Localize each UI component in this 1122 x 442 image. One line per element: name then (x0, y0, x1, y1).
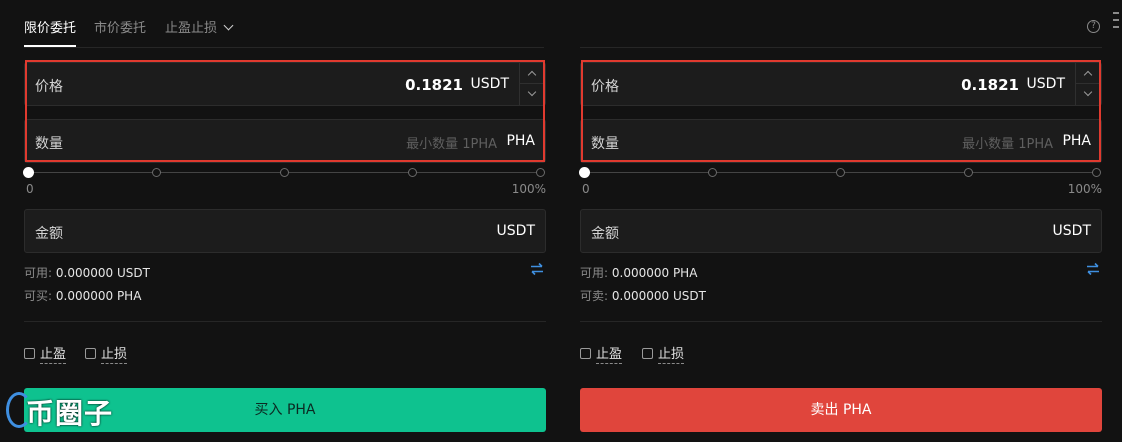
slider-min-label: 0 (26, 182, 34, 196)
highlight-box (581, 60, 1101, 162)
sell-take-profit-label: 止盈 (596, 347, 623, 364)
checkbox-icon[interactable] (85, 348, 96, 359)
buy-stop-loss-checkbox[interactable]: 止损 (85, 343, 128, 364)
sell-panel: 价格 0.1821 USDT 数量 最小数量 1PHA PHA 0 100% 金… (579, 0, 1102, 442)
buy-available-value: 0.000000 USDT (55, 266, 150, 280)
sell-amount-slider[interactable] (579, 165, 1102, 181)
buy-available-label: 可用: (24, 266, 53, 280)
slider-mark-100[interactable] (1092, 168, 1101, 177)
watermark-logo: 币圈子 (6, 388, 156, 438)
slider-min-label: 0 (582, 182, 590, 196)
sell-available: 可用: 0.000000 PHA (580, 264, 697, 281)
sell-total-unit: USDT (1052, 223, 1091, 239)
slider-mark-75[interactable] (408, 168, 417, 177)
buy-total-label: 金额 (35, 226, 63, 242)
buy-max-label: 可买: (24, 289, 53, 303)
slider-mark-25[interactable] (152, 168, 161, 177)
slider-max-label: 100% (511, 182, 546, 196)
buy-panel: 价格 0.1821 USDT 数量 最小数量 1PHA PHA 0 100% 金… (23, 0, 546, 442)
swap-icon[interactable] (530, 262, 544, 276)
slider-handle[interactable] (579, 167, 590, 178)
sell-take-profit-checkbox[interactable]: 止盈 (580, 343, 623, 364)
sell-stop-loss-label: 止损 (658, 347, 685, 364)
buy-available: 可用: 0.000000 USDT (24, 264, 150, 281)
buy-take-profit-checkbox[interactable]: 止盈 (24, 343, 67, 364)
buy-total-field[interactable]: 金额 USDT (24, 209, 546, 253)
sell-available-label: 可用: (580, 266, 609, 280)
slider-mark-75[interactable] (964, 168, 973, 177)
sell-max: 可卖: 0.000000 USDT (580, 287, 706, 304)
checkbox-icon[interactable] (24, 348, 35, 359)
slider-handle[interactable] (23, 167, 34, 178)
slider-mark-100[interactable] (536, 168, 545, 177)
buy-amount-slider[interactable] (23, 165, 546, 181)
divider (580, 321, 1102, 322)
buy-stop-loss-label: 止损 (101, 347, 128, 364)
slider-mark-50[interactable] (280, 168, 289, 177)
sell-total-field[interactable]: 金额 USDT (580, 209, 1102, 253)
buy-max-value: 0.000000 PHA (55, 289, 142, 303)
checkbox-icon[interactable] (642, 348, 653, 359)
sell-stop-loss-checkbox[interactable]: 止损 (642, 343, 685, 364)
sell-available-value: 0.000000 PHA (611, 266, 698, 280)
sell-max-value: 0.000000 USDT (611, 289, 706, 303)
buy-max: 可买: 0.000000 PHA (24, 287, 141, 304)
highlight-box (25, 60, 545, 162)
buy-button-label: 买入 PHA (254, 402, 316, 418)
sell-total-label: 金额 (591, 226, 619, 242)
slider-mark-50[interactable] (836, 168, 845, 177)
slider-mark-25[interactable] (708, 168, 717, 177)
sell-button[interactable]: 卖出 PHA (580, 388, 1102, 432)
more-menu-icon[interactable] (1113, 12, 1119, 32)
sell-button-label: 卖出 PHA (810, 402, 872, 418)
checkbox-icon[interactable] (580, 348, 591, 359)
watermark-text: 币圈子 (26, 397, 114, 430)
divider (24, 321, 546, 322)
buy-take-profit-label: 止盈 (40, 347, 67, 364)
buy-total-unit: USDT (496, 223, 535, 239)
slider-max-label: 100% (1067, 182, 1102, 196)
swap-icon[interactable] (1086, 262, 1100, 276)
sell-max-label: 可卖: (580, 289, 609, 303)
